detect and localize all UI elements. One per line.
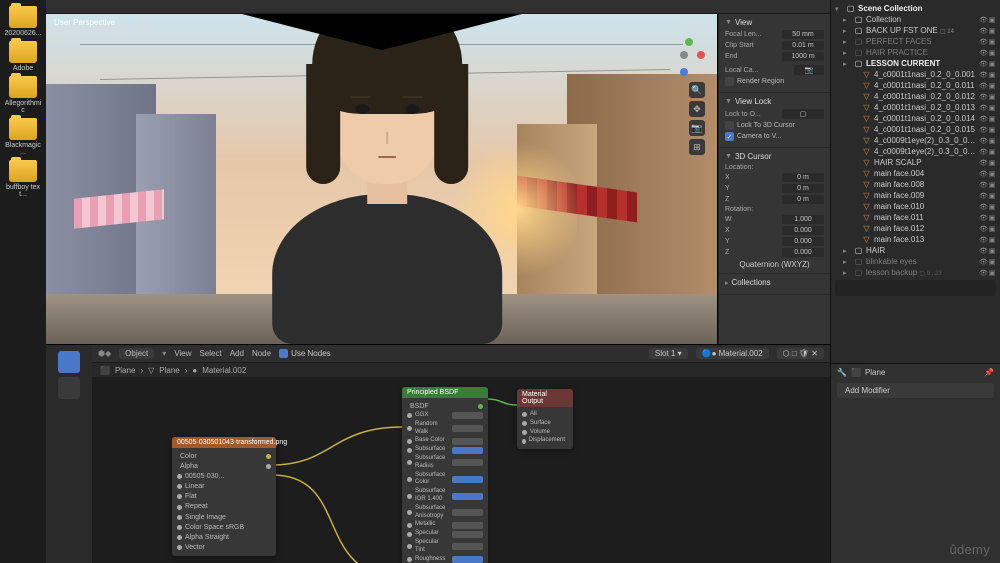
shader-view-menu[interactable]: View bbox=[174, 349, 191, 358]
image-texture-node[interactable]: 00505·030501043·transformed.png Color Al… bbox=[172, 437, 276, 556]
shader-node-menu[interactable]: Node bbox=[252, 349, 271, 358]
desktop-folders: 20200626... Adobe Allegorithmic Blackmagic … bbox=[0, 0, 46, 563]
outliner-row[interactable]: ▽4_c0001t1nasi_0.2_0_0.012👁▣ bbox=[833, 91, 998, 102]
desktop-folder[interactable]: 20200626... bbox=[3, 6, 43, 37]
principled-bsdf-node[interactable]: Principled BSDF BSDF GGXRandom WalkBase … bbox=[402, 387, 488, 563]
lock-cursor-check[interactable]: Lock To 3D Cursor bbox=[725, 121, 824, 130]
shader-object-menu[interactable]: Object bbox=[119, 348, 154, 359]
cursor-z[interactable]: 0 m bbox=[782, 195, 824, 204]
outliner-row[interactable]: ▽4_c0009t1eye(2)_0.3_0_0.009👁▣ bbox=[833, 146, 998, 157]
viewport-overlay-text: User Perspective (155) Scene Collection … bbox=[54, 18, 148, 34]
cursor-rx[interactable]: 0.000 bbox=[782, 226, 824, 235]
use-nodes-check[interactable]: Use Nodes bbox=[279, 349, 331, 358]
rotation-mode-dropdown[interactable]: Quaternion (WXYZ) bbox=[725, 260, 824, 269]
render-region-check[interactable]: Render Region bbox=[725, 77, 824, 86]
cursor-rz[interactable]: 0.000 bbox=[782, 248, 824, 257]
viewport-options[interactable]: Options ▾ bbox=[678, 18, 711, 27]
properties-panel: 🔧⬛Plane📌 Add Modifier bbox=[831, 363, 1000, 563]
view-lock-header[interactable]: ▼View Lock bbox=[725, 97, 824, 106]
outliner-row[interactable]: ▽main face.013👁▣ bbox=[833, 234, 998, 245]
outliner-row[interactable]: ▸▢lesson backup ▢ 9...23👁▣ bbox=[833, 267, 998, 278]
lock-object-picker[interactable]: ▢ bbox=[782, 109, 824, 119]
main-area: User Perspective (155) Scene Collection … bbox=[46, 0, 830, 563]
outliner-row[interactable]: ▽main face.011👁▣ bbox=[833, 212, 998, 223]
annotate-tool[interactable] bbox=[58, 377, 80, 399]
cursor-ry[interactable]: 0.000 bbox=[782, 237, 824, 246]
desktop-folder[interactable]: Adobe bbox=[3, 41, 43, 72]
prop-object-name: Plane bbox=[865, 368, 885, 377]
outliner-row[interactable]: ▸▢BACK UP FST ONE ▢ 14👁▣ bbox=[833, 25, 998, 36]
shader-breadcrumb: ⬛Plane› ▽Plane› ●Material.002 bbox=[92, 363, 830, 377]
watermark-logo: ûdemy bbox=[949, 542, 990, 557]
outliner-row[interactable]: ▸▢LESSON CURRENT👁▣ bbox=[833, 58, 998, 69]
outliner-row[interactable]: ▸▢HAIR PRACTICE👁▣ bbox=[833, 47, 998, 58]
outliner-search[interactable] bbox=[835, 280, 996, 296]
cursor-x[interactable]: 0 m bbox=[782, 173, 824, 182]
top-header-bar bbox=[46, 0, 830, 14]
desktop-folder[interactable]: buffboy text... bbox=[3, 160, 43, 198]
add-modifier-button[interactable]: Add Modifier bbox=[837, 383, 994, 398]
clip-start-input[interactable]: 0.01 m bbox=[782, 41, 824, 50]
move-icon[interactable]: ✥ bbox=[689, 101, 705, 117]
outliner-row[interactable]: ▽main face.008👁▣ bbox=[833, 179, 998, 190]
outliner-row[interactable]: ▽main face.004👁▣ bbox=[833, 168, 998, 179]
shader-toolbar bbox=[46, 345, 92, 563]
character-model bbox=[257, 44, 517, 344]
outliner-row[interactable]: ▸▢Collection👁▣ bbox=[833, 14, 998, 25]
material-output-node[interactable]: Material Output AllSurfaceVolumeDisplace… bbox=[517, 389, 573, 449]
cursor-header[interactable]: ▼3D Cursor bbox=[725, 152, 824, 161]
camera-frame-top bbox=[242, 14, 522, 50]
material-buttons[interactable]: ⬡ □ 🛡 ✕ bbox=[777, 348, 824, 359]
cam-to-view-check[interactable]: ✓Camera to V... bbox=[725, 132, 824, 141]
shader-header: ⬢◆ Object ▾ View Select Add Node Use Nod… bbox=[92, 345, 830, 363]
outliner-row[interactable]: ▽main face.009👁▣ bbox=[833, 190, 998, 201]
context-label: (155) Scene Collection | Plane bbox=[54, 27, 148, 34]
local-cam-picker[interactable]: 📷 bbox=[794, 65, 824, 75]
outliner[interactable]: ▾▢ Scene Collection ▸▢Collection👁▣▸▢BACK… bbox=[831, 0, 1000, 363]
outliner-row[interactable]: ▽main face.010👁▣ bbox=[833, 201, 998, 212]
outliner-row[interactable]: ▽main face.012👁▣ bbox=[833, 223, 998, 234]
material-name-field[interactable]: 🔵● Material.002 bbox=[696, 348, 769, 359]
select-tool[interactable] bbox=[58, 351, 80, 373]
outliner-row[interactable]: ▸▢blinkable eyes👁▣ bbox=[833, 256, 998, 267]
cursor-y[interactable]: 0 m bbox=[782, 184, 824, 193]
outliner-row[interactable]: ▽4_c0001t1nasi_0.2_0_0.013👁▣ bbox=[833, 102, 998, 113]
viewport-scene bbox=[46, 14, 717, 344]
viewport-side-tools: 🔍 ✥ 📷 ⊞ bbox=[689, 82, 705, 155]
outliner-row[interactable]: ▽4_c0009t1eye(2)_0.3_0_0.001👁▣ bbox=[833, 135, 998, 146]
slot-dropdown[interactable]: Slot 1 ▾ bbox=[649, 348, 688, 359]
view-section-header[interactable]: ▼View bbox=[725, 18, 824, 27]
collections-header[interactable]: ▸Collections bbox=[725, 278, 824, 287]
outliner-row[interactable]: ▸▢HAIR👁▣ bbox=[833, 245, 998, 256]
outliner-row[interactable]: ▸▢PERFECT FACES👁▣ bbox=[833, 36, 998, 47]
shader-select-menu[interactable]: Select bbox=[199, 349, 221, 358]
camera-icon[interactable]: 📷 bbox=[689, 120, 705, 136]
grid-icon[interactable]: ⊞ bbox=[689, 139, 705, 155]
3d-viewport[interactable]: User Perspective (155) Scene Collection … bbox=[46, 14, 718, 344]
right-panel: ▾▢ Scene Collection ▸▢Collection👁▣▸▢BACK… bbox=[830, 0, 1000, 563]
perspective-label: User Perspective bbox=[54, 18, 148, 27]
desktop-folder[interactable]: Blackmagic ... bbox=[3, 118, 43, 156]
clip-end-input[interactable]: 1000 m bbox=[782, 52, 824, 61]
n-panel: ▼View Focal Len...50 mm Clip Start0.01 m… bbox=[718, 14, 830, 344]
node-canvas[interactable]: 00505·030501043·transformed.png Color Al… bbox=[92, 377, 830, 563]
outliner-row[interactable]: ▽HAIR SCALP👁▣ bbox=[833, 157, 998, 168]
shader-add-menu[interactable]: Add bbox=[230, 349, 244, 358]
cursor-w[interactable]: 1.000 bbox=[782, 215, 824, 224]
zoom-icon[interactable]: 🔍 bbox=[689, 82, 705, 98]
outliner-row[interactable]: ▽4_c0001t1nasi_0.2_0_0.001👁▣ bbox=[833, 69, 998, 80]
outliner-row[interactable]: ▽4_c0001t1nasi_0.2_0_0.014👁▣ bbox=[833, 113, 998, 124]
outliner-row[interactable]: ▽4_c0001t1nasi_0.2_0_0.011👁▣ bbox=[833, 80, 998, 91]
desktop-folder[interactable]: Allegorithmic bbox=[3, 76, 43, 114]
focal-length-input[interactable]: 50 mm bbox=[782, 30, 824, 39]
nav-gizmo[interactable] bbox=[663, 34, 705, 76]
outliner-row[interactable]: ▽4_c0001t1nasi_0.2_0_0.015👁▣ bbox=[833, 124, 998, 135]
